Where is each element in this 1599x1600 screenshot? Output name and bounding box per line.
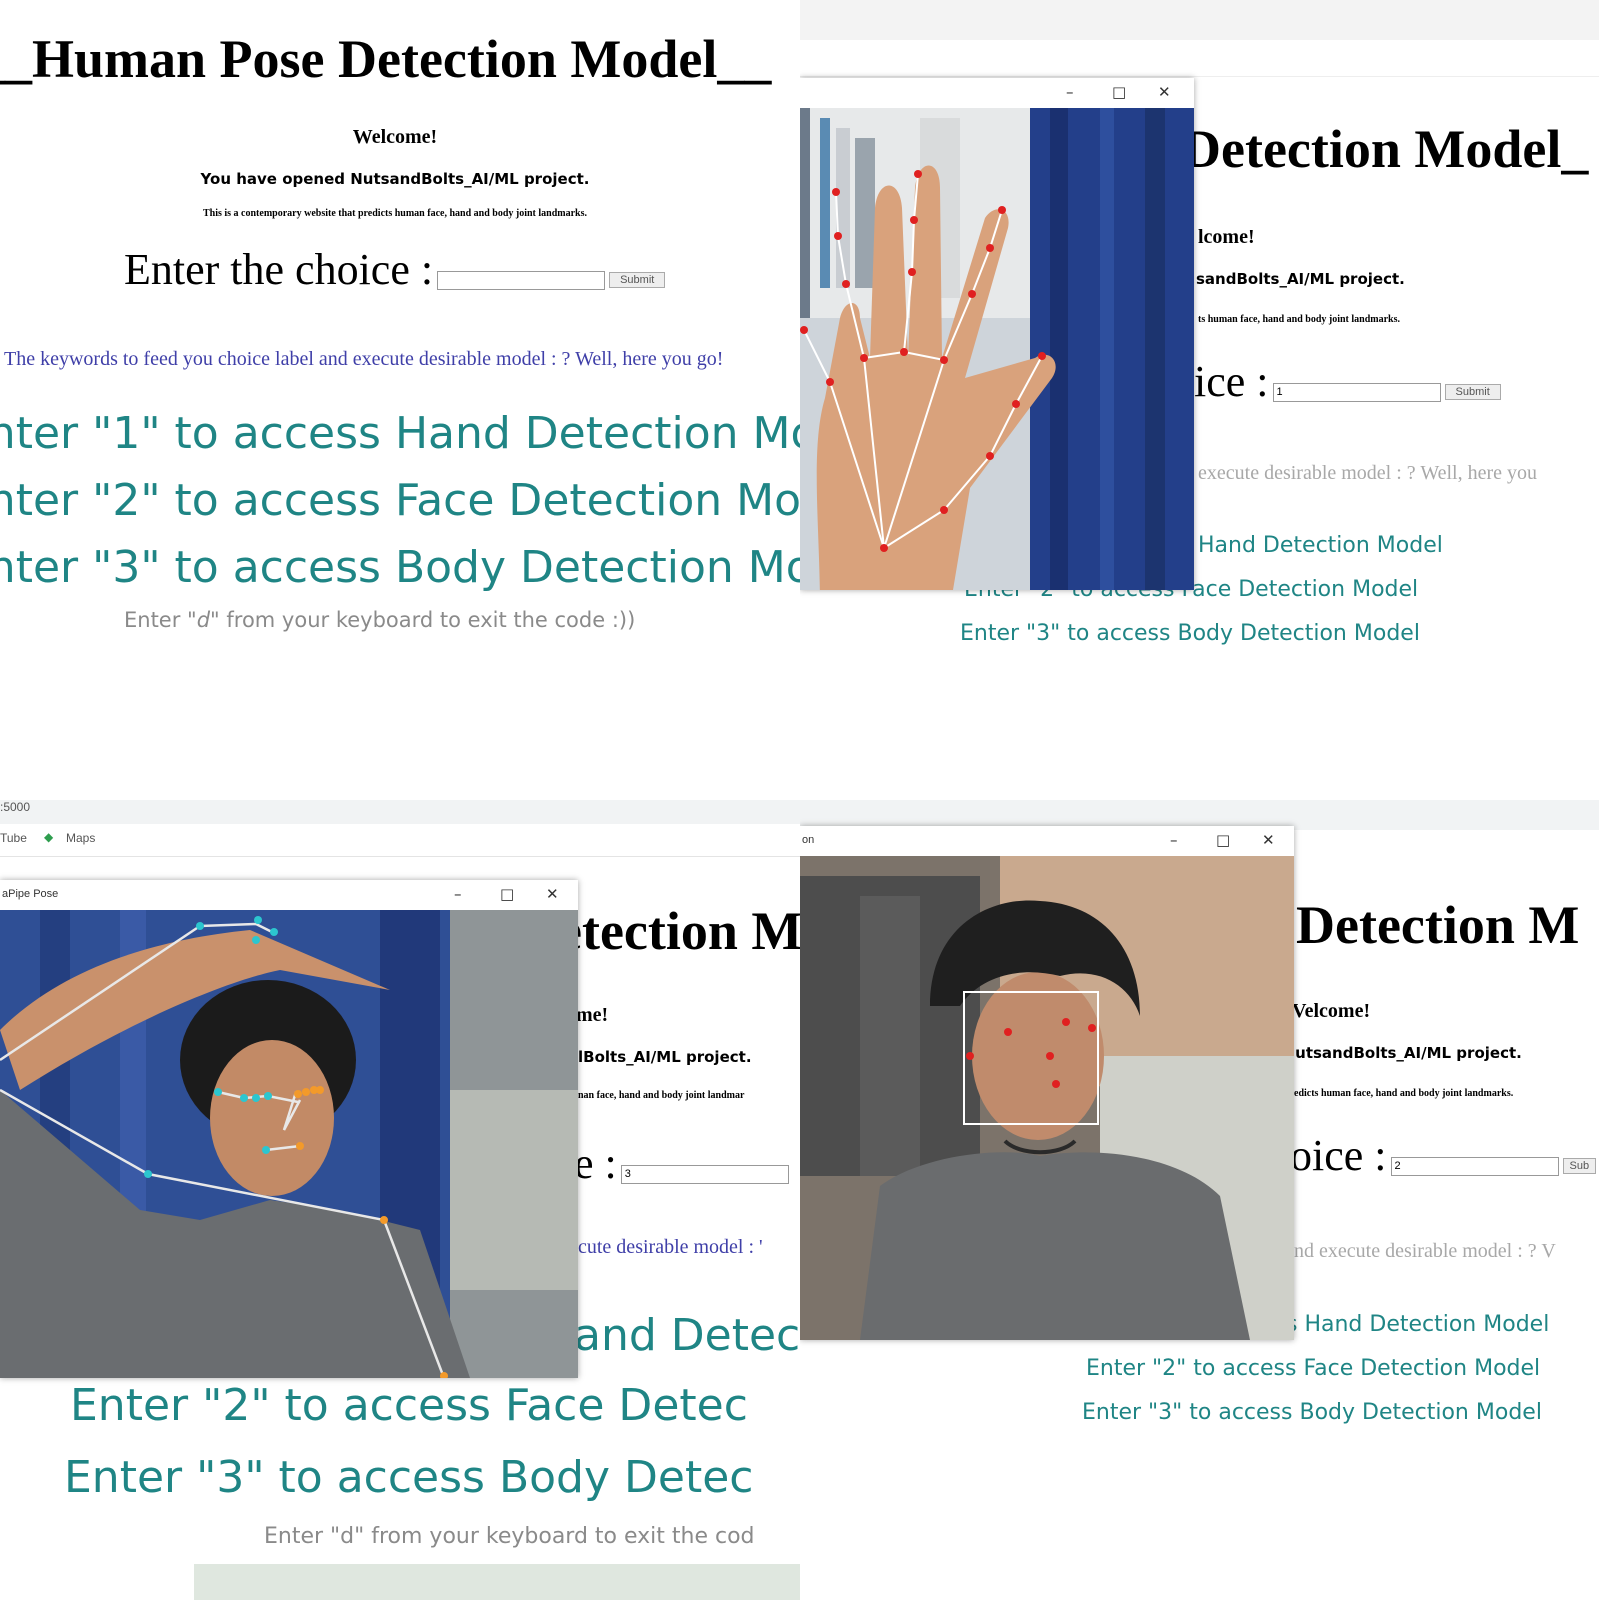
hand-landmarks-view [800, 108, 1194, 590]
option-body: Enter "3" to access Body Detection Model [960, 621, 1420, 646]
submit-button[interactable]: Submit [609, 272, 666, 289]
panel-body-detection: :5000 Tube ◆ Maps etection M me! lBolts_… [0, 800, 800, 1600]
pose-landmarks-view [0, 910, 578, 1378]
choice-input[interactable] [1272, 382, 1441, 402]
minimize-icon[interactable]: – [1170, 831, 1178, 849]
camera-feed-pose [0, 910, 578, 1378]
panel-face-detection: Detection M Velcome! lutsandBolts_AI/ML … [800, 800, 1599, 1600]
close-icon[interactable]: ✕ [546, 885, 559, 903]
keywords-text: The keywords to feed you choice label an… [4, 348, 724, 370]
exit-pre: Enter [124, 608, 188, 632]
option-face: Enter "2" to access Face Detec [70, 1380, 748, 1431]
camera-window-pose[interactable]: aPipe Pose – □ ✕ [0, 880, 578, 1378]
exit-text: Enter "d" from your keyboard to exit the… [124, 608, 635, 632]
keywords-text: execute desirable model : ? Well, here y… [1198, 462, 1537, 484]
browser-toolbar [800, 0, 1599, 40]
window-title: on [802, 834, 815, 846]
choice-row: oice : Sub [1290, 1130, 1597, 1181]
submit-button[interactable]: Submit [1444, 384, 1501, 401]
project-text: lutsandBolts_AI/ML project. [1290, 1044, 1522, 1062]
choice-label: oice : [1290, 1131, 1387, 1180]
page-title: Detection M [1296, 895, 1580, 955]
welcome-heading: lcome! [1198, 226, 1255, 248]
minimize-icon[interactable]: – [1066, 83, 1074, 101]
choice-input[interactable] [437, 270, 606, 290]
choice-label: ice : [1194, 357, 1269, 406]
choice-input[interactable] [1390, 1156, 1559, 1176]
maps-icon: ◆ [44, 830, 54, 844]
panel-home: __Human Pose Detection Model__ Welcome! … [0, 0, 800, 800]
maximize-icon[interactable]: □ [500, 885, 514, 903]
option-hand: and Detec [574, 1310, 800, 1361]
close-icon[interactable]: ✕ [1262, 831, 1275, 849]
panel-hand-detection: Detection Model_ lcome! sandBolts_AI/ML … [800, 0, 1599, 800]
bookmark-maps[interactable]: Maps [66, 831, 95, 845]
choice-label: e : [574, 1139, 617, 1188]
page-title: Detection Model_ [1182, 119, 1589, 179]
option-body: Enter "3" to access Body Detec [64, 1452, 754, 1503]
exit-text: Enter "d" from your keyboard to exit the… [264, 1524, 755, 1549]
window-titlebar[interactable]: on – □ ✕ [800, 826, 1294, 856]
maximize-icon[interactable]: □ [1216, 831, 1230, 849]
page-title: etection M [558, 901, 800, 961]
option-hand: Hand Detection Model [1198, 533, 1443, 558]
keywords-text: nd execute desirable model : ? V [1294, 1240, 1556, 1262]
camera-feed-hand [800, 108, 1194, 590]
maximize-icon[interactable]: □ [1112, 83, 1126, 101]
url-text[interactable]: :5000 [0, 800, 30, 814]
close-icon[interactable]: ✕ [1158, 83, 1171, 101]
description-text: ts human face, hand and body joint landm… [1198, 314, 1400, 325]
camera-window-hand[interactable]: – □ ✕ [800, 78, 1194, 590]
option-hand: Enter "1" to access Hand Detection Model [0, 408, 800, 459]
bookmarks-bar [800, 40, 1599, 77]
choice-row: Enter the choice : Submit [124, 244, 666, 295]
welcome-heading: Velcome! [1292, 1000, 1371, 1022]
exit-key: "d" [187, 608, 220, 632]
submit-button[interactable]: Sub [1562, 1158, 1597, 1175]
option-hand: s Hand Detection Model [1286, 1312, 1550, 1337]
description-text: edicts human face, hand and body joint l… [1294, 1088, 1514, 1099]
face-landmarks-view [800, 856, 1294, 1340]
bookmarks-bar: Tube ◆ Maps [0, 824, 800, 857]
window-title: aPipe Pose [2, 888, 59, 900]
keywords-text: cute desirable model : ' [578, 1236, 763, 1258]
project-text: lBolts_AI/ML project. [578, 1048, 752, 1066]
bookmark-youtube[interactable]: Tube [0, 831, 27, 845]
taskbar [194, 1564, 800, 1600]
window-titlebar[interactable]: aPipe Pose – □ ✕ [0, 880, 578, 910]
option-body: Enter "3" to access Body Detection Model [1082, 1400, 1542, 1425]
option-face: Enter "2" to access Face Detection Model [1086, 1356, 1541, 1381]
project-text: You have opened NutsandBolts_AI/ML proje… [200, 170, 590, 188]
welcome-heading: me! [576, 1004, 609, 1026]
choice-label: Enter the choice : [124, 245, 434, 294]
welcome-heading: Welcome! [352, 126, 438, 148]
choice-row: e : [574, 1138, 789, 1189]
minimize-icon[interactable]: – [454, 885, 462, 903]
description-text: nan face, hand and body joint landmar [578, 1090, 745, 1101]
project-text: sandBolts_AI/ML project. [1196, 270, 1405, 288]
choice-row: ice : Submit [1194, 356, 1501, 407]
choice-input[interactable] [620, 1164, 789, 1184]
option-body: Enter "3" to access Body Detection Model [0, 542, 800, 593]
camera-window-face[interactable]: on – □ ✕ [800, 826, 1294, 1340]
page-title: __Human Pose Detection Model__ [0, 29, 772, 89]
window-titlebar[interactable]: – □ ✕ [800, 78, 1194, 108]
camera-feed-face [800, 856, 1294, 1340]
exit-post: from your keyboard to exit the code :)) [219, 608, 636, 632]
option-face: Enter "2" to access Face Detection Model [0, 475, 800, 526]
description-text: This is a contemporary website that pred… [202, 208, 588, 219]
